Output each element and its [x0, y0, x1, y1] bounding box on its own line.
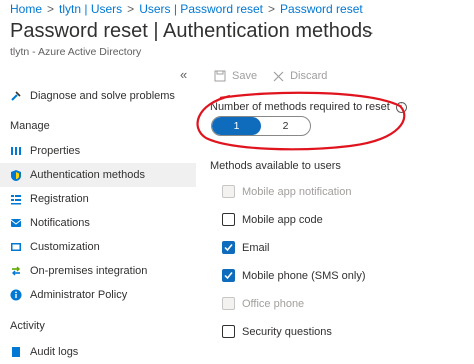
sidebar-item-notifications[interactable]: Notifications — [0, 211, 196, 235]
registration-icon — [9, 192, 23, 206]
method-mobile-app-code[interactable]: Mobile app code — [222, 213, 323, 226]
sidebar-item-label: Diagnose and solve problems — [30, 90, 175, 102]
close-icon — [273, 71, 284, 82]
sidebar-item-registration[interactable]: Registration — [0, 187, 196, 211]
save-icon — [214, 70, 226, 82]
save-button[interactable]: Save — [214, 70, 257, 82]
sidebar-item-label: Authentication methods — [30, 169, 145, 181]
checkbox[interactable] — [222, 185, 235, 198]
info-icon — [9, 288, 23, 302]
sidebar-item-label: On-premises integration — [30, 265, 148, 277]
method-label: Security questions — [242, 325, 332, 338]
sidebar-item-customization[interactable]: Customization — [0, 235, 196, 259]
checkmark-icon — [224, 244, 233, 252]
shield-icon — [9, 168, 23, 182]
method-mobile-app-notification[interactable]: Mobile app notification — [222, 185, 351, 198]
checkbox-checked[interactable] — [222, 241, 235, 254]
sidebar-item-diagnose[interactable]: Diagnose and solve problems — [0, 84, 196, 108]
wrench-icon — [9, 89, 23, 103]
activity-heading: Activity — [10, 320, 45, 332]
sidebar-item-label: Customization — [30, 241, 100, 253]
method-security-questions[interactable]: Security questions — [222, 325, 332, 338]
breadcrumb-password-reset-blade[interactable]: Users | Password reset — [139, 2, 263, 16]
chevron-right-icon: > — [127, 2, 135, 16]
method-label: Office phone — [242, 297, 305, 310]
highlight-ellipse — [196, 91, 406, 151]
method-mobile-phone-sms[interactable]: Mobile phone (SMS only) — [222, 269, 366, 282]
sidebar-item-authentication-methods[interactable]: Authentication methods — [0, 163, 196, 187]
method-label: Mobile phone (SMS only) — [242, 269, 366, 282]
breadcrumb-users-tenant[interactable]: tlytn | Users — [59, 2, 122, 16]
method-label: Email — [242, 241, 270, 254]
method-office-phone[interactable]: Office phone — [222, 297, 304, 310]
sidebar-item-label: Registration — [30, 193, 89, 205]
checkmark-icon — [224, 272, 233, 280]
customization-icon — [9, 240, 23, 254]
chevron-right-icon: > — [268, 2, 276, 16]
method-label: Mobile app code — [242, 213, 323, 226]
discard-label: Discard — [290, 70, 328, 82]
bell-icon — [9, 216, 23, 230]
methods-available-label: Methods available to users — [210, 160, 341, 172]
sidebar-item-label: Notifications — [30, 217, 90, 229]
breadcrumb-home[interactable]: Home — [10, 2, 42, 16]
breadcrumb-password-reset[interactable]: Password reset — [280, 2, 363, 16]
sidebar-item-properties[interactable]: Properties — [0, 139, 196, 163]
breadcrumb: Home > tlytn | Users > Users | Password rese… — [10, 2, 363, 16]
sidebar-item-label: Properties — [30, 145, 81, 157]
method-label: Mobile app notification — [242, 185, 352, 198]
sync-icon — [9, 264, 23, 278]
sidebar-item-audit-logs[interactable]: Audit logs — [0, 340, 196, 364]
save-label: Save — [232, 70, 258, 82]
properties-icon — [9, 144, 23, 158]
method-email[interactable]: Email — [222, 241, 270, 254]
sidebar-item-label: Administrator Policy — [30, 289, 128, 301]
checkbox[interactable] — [222, 325, 235, 338]
manage-heading: Manage — [10, 120, 50, 132]
page-title: Password reset | Authentication methods — [10, 20, 373, 42]
checkbox[interactable] — [222, 297, 235, 310]
checkbox[interactable] — [222, 213, 235, 226]
command-bar: Save Discard — [214, 70, 343, 82]
more-options-icon[interactable]: ··· — [358, 24, 375, 40]
sidebar-item-label: Audit logs — [30, 346, 79, 358]
checkbox-checked[interactable] — [222, 269, 235, 282]
page-subtitle: tlytn - Azure Active Directory — [10, 46, 142, 58]
chevron-right-icon: > — [47, 2, 55, 16]
audit-logs-icon — [9, 345, 23, 359]
sidebar-item-on-premises-integration[interactable]: On-premises integration — [0, 259, 196, 283]
discard-button[interactable]: Discard — [273, 70, 327, 82]
collapse-sidebar-icon[interactable]: « — [180, 67, 187, 82]
sidebar-item-administrator-policy[interactable]: Administrator Policy — [0, 283, 196, 307]
